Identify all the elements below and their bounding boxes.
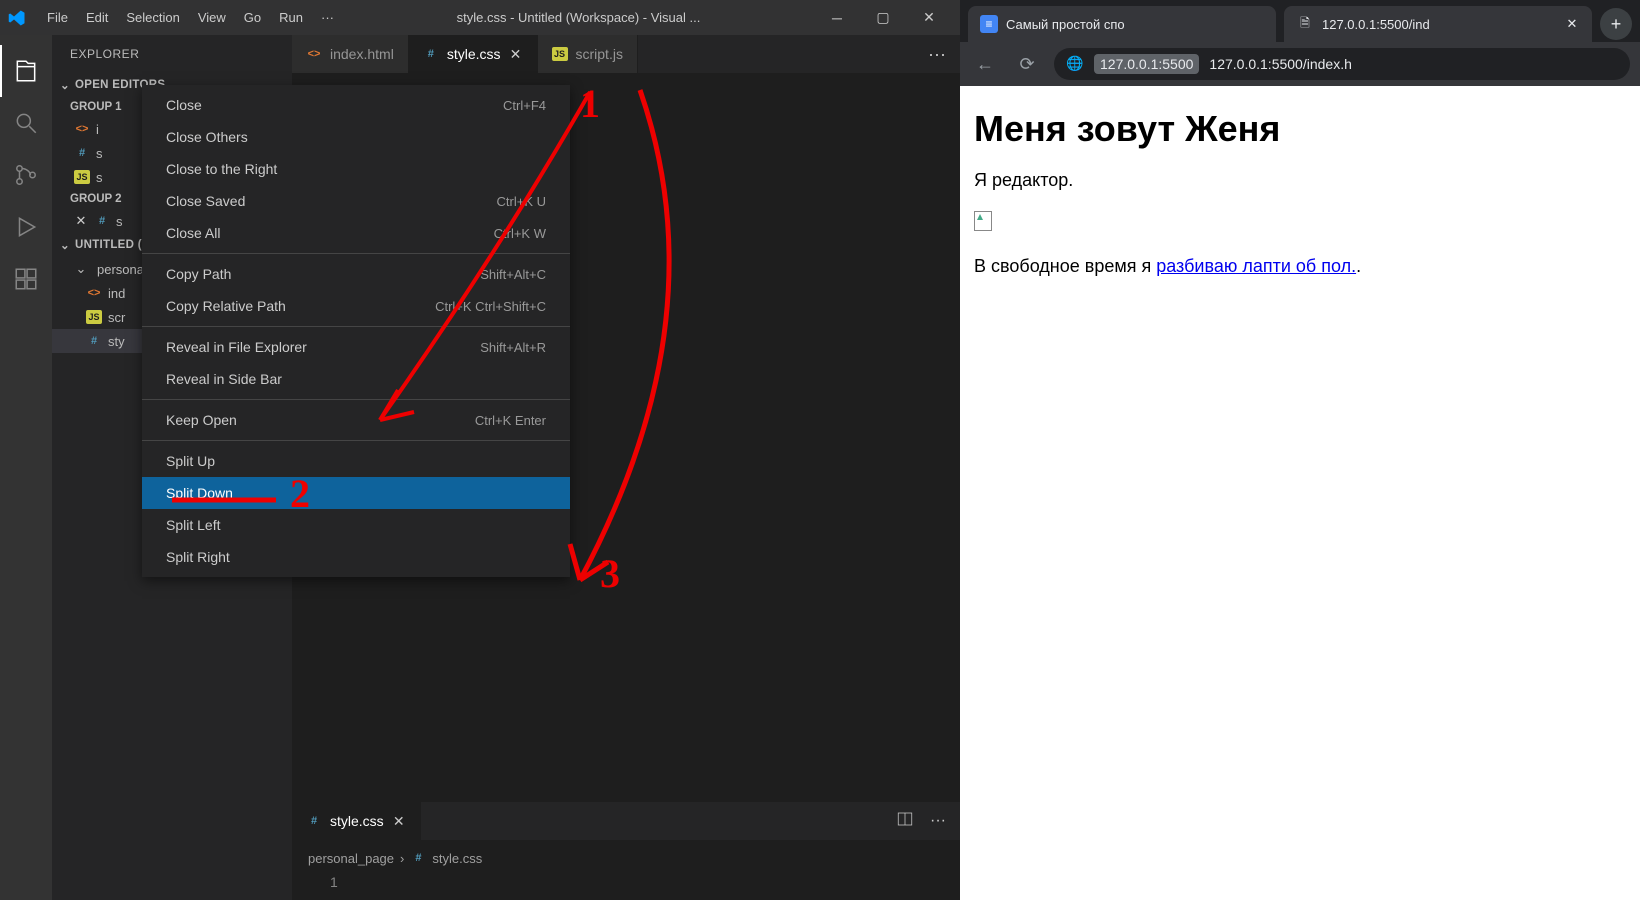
close-icon[interactable]: ✕ (1564, 16, 1580, 32)
html-file-icon: <> (86, 285, 102, 301)
window-title: style.css - Untitled (Workspace) - Visua… (343, 10, 814, 25)
menu-edit[interactable]: Edit (77, 6, 117, 29)
context-menu-item[interactable]: Keep OpenCtrl+K Enter (142, 404, 570, 436)
vscode-logo-icon (8, 9, 26, 27)
globe-icon: 🌐 (1066, 55, 1084, 73)
activity-debug[interactable] (0, 201, 52, 253)
editor-tabs: <>index.html #style.css✕ JSscript.js ··· (292, 35, 960, 73)
docs-favicon-icon: ≡ (980, 15, 998, 33)
tab-index-html[interactable]: <>index.html (292, 35, 409, 73)
context-menu-item[interactable]: Reveal in Side Bar (142, 363, 570, 395)
close-button[interactable]: ✕ (906, 0, 952, 35)
minimize-button[interactable]: ─ (814, 0, 860, 35)
css-file-icon: # (306, 813, 322, 829)
context-menu-item[interactable]: Split Right (142, 541, 570, 573)
menubar: File Edit Selection View Go Run ··· (38, 6, 343, 29)
bottom-editor-tabs: #style.css✕ ··· (292, 802, 960, 840)
menu-view[interactable]: View (189, 6, 235, 29)
tab-style-css[interactable]: #style.css✕ (409, 35, 538, 73)
close-icon[interactable]: ✕ (509, 46, 523, 63)
css-file-icon: # (410, 850, 426, 866)
page-viewport: Меня зовут Женя Я редактор. В свободное … (960, 86, 1640, 900)
context-menu-item[interactable]: Close Others (142, 121, 570, 153)
chevron-down-icon: ⌄ (58, 78, 72, 92)
context-menu-item[interactable]: Split Left (142, 509, 570, 541)
tab-actions-more[interactable]: ··· (914, 35, 960, 73)
menu-run[interactable]: Run (270, 6, 312, 29)
chevron-down-icon: ⌄ (58, 238, 72, 252)
activity-explorer[interactable] (0, 45, 52, 97)
broken-image-icon (974, 211, 992, 231)
tab-style-css-bottom[interactable]: #style.css✕ (292, 802, 421, 840)
page-heading: Меня зовут Женя (974, 108, 1626, 150)
tab-context-menu: CloseCtrl+F4Close OthersClose to the Rig… (142, 85, 570, 577)
js-file-icon: JS (552, 47, 568, 61)
window-controls: ─ ▢ ✕ (814, 0, 952, 35)
titlebar: File Edit Selection View Go Run ··· styl… (0, 0, 960, 35)
menu-file[interactable]: File (38, 6, 77, 29)
menu-more[interactable]: ··· (312, 6, 343, 29)
html-file-icon: <> (306, 46, 322, 62)
back-button[interactable]: ← (970, 49, 1000, 79)
css-file-icon: # (86, 333, 102, 349)
context-menu-item[interactable]: Reveal in File ExplorerShift+Alt+R (142, 331, 570, 363)
browser-toolbar: ← ⟳ 🌐 127.0.0.1:5500 127.0.0.1:5500/inde… (960, 42, 1640, 86)
browser-tab[interactable]: 🗎 127.0.0.1:5500/ind ✕ (1284, 6, 1592, 42)
page-favicon-icon: 🗎 (1296, 15, 1314, 33)
close-icon[interactable]: ✕ (392, 813, 406, 830)
address-bar[interactable]: 🌐 127.0.0.1:5500 127.0.0.1:5500/index.h (1054, 48, 1630, 80)
bottom-editor-body[interactable]: personal_page› #style.css 1 (292, 840, 960, 900)
context-menu-item[interactable]: Split Up (142, 445, 570, 477)
js-file-icon: JS (74, 170, 90, 184)
menu-selection[interactable]: Selection (117, 6, 188, 29)
context-menu-item[interactable]: Copy PathShift+Alt+C (142, 258, 570, 290)
sidebar-title: EXPLORER (52, 35, 292, 73)
page-paragraph: В свободное время я разбиваю лапти об по… (974, 256, 1626, 277)
url-path: 127.0.0.1:5500/index.h (1209, 56, 1351, 72)
menu-go[interactable]: Go (235, 6, 270, 29)
activity-extensions[interactable] (0, 253, 52, 305)
context-menu-item[interactable]: Close AllCtrl+K W (142, 217, 570, 249)
close-icon[interactable]: ✕ (74, 213, 88, 229)
page-link[interactable]: разбиваю лапти об пол. (1156, 256, 1356, 276)
html-file-icon: <> (74, 121, 90, 137)
activity-scm[interactable] (0, 149, 52, 201)
split-editor-icon[interactable] (896, 810, 914, 833)
context-menu-item[interactable]: Split Down (142, 477, 570, 509)
line-number: 1 (308, 874, 944, 890)
activity-search[interactable] (0, 97, 52, 149)
context-menu-item[interactable]: Close to the Right (142, 153, 570, 185)
split-editor-pane: #style.css✕ ··· personal_page› #style.cs… (292, 801, 960, 900)
js-file-icon: JS (86, 310, 102, 324)
chevron-down-icon: ⌄ (74, 261, 88, 277)
css-file-icon: # (423, 46, 439, 62)
context-menu-item[interactable]: CloseCtrl+F4 (142, 89, 570, 121)
url-host: 127.0.0.1:5500 (1094, 54, 1199, 74)
context-menu-item[interactable]: Close SavedCtrl+K U (142, 185, 570, 217)
browser-window: ≡ Самый простой спо 🗎 127.0.0.1:5500/ind… (960, 0, 1640, 900)
page-paragraph: Я редактор. (974, 170, 1626, 191)
breadcrumb[interactable]: personal_page› #style.css (308, 850, 944, 866)
reload-button[interactable]: ⟳ (1012, 49, 1042, 79)
tab-script-js[interactable]: JSscript.js (538, 35, 638, 73)
new-tab-button[interactable]: + (1600, 8, 1632, 40)
context-menu-item[interactable]: Copy Relative PathCtrl+K Ctrl+Shift+C (142, 290, 570, 322)
chevron-right-icon: › (400, 851, 404, 866)
css-file-icon: # (94, 213, 110, 229)
browser-tab[interactable]: ≡ Самый простой спо (968, 6, 1276, 42)
browser-tab-strip: ≡ Самый простой спо 🗎 127.0.0.1:5500/ind… (960, 0, 1640, 42)
more-actions-icon[interactable]: ··· (930, 812, 946, 830)
maximize-button[interactable]: ▢ (860, 0, 906, 35)
activity-bar (0, 35, 52, 900)
css-file-icon: # (74, 145, 90, 161)
